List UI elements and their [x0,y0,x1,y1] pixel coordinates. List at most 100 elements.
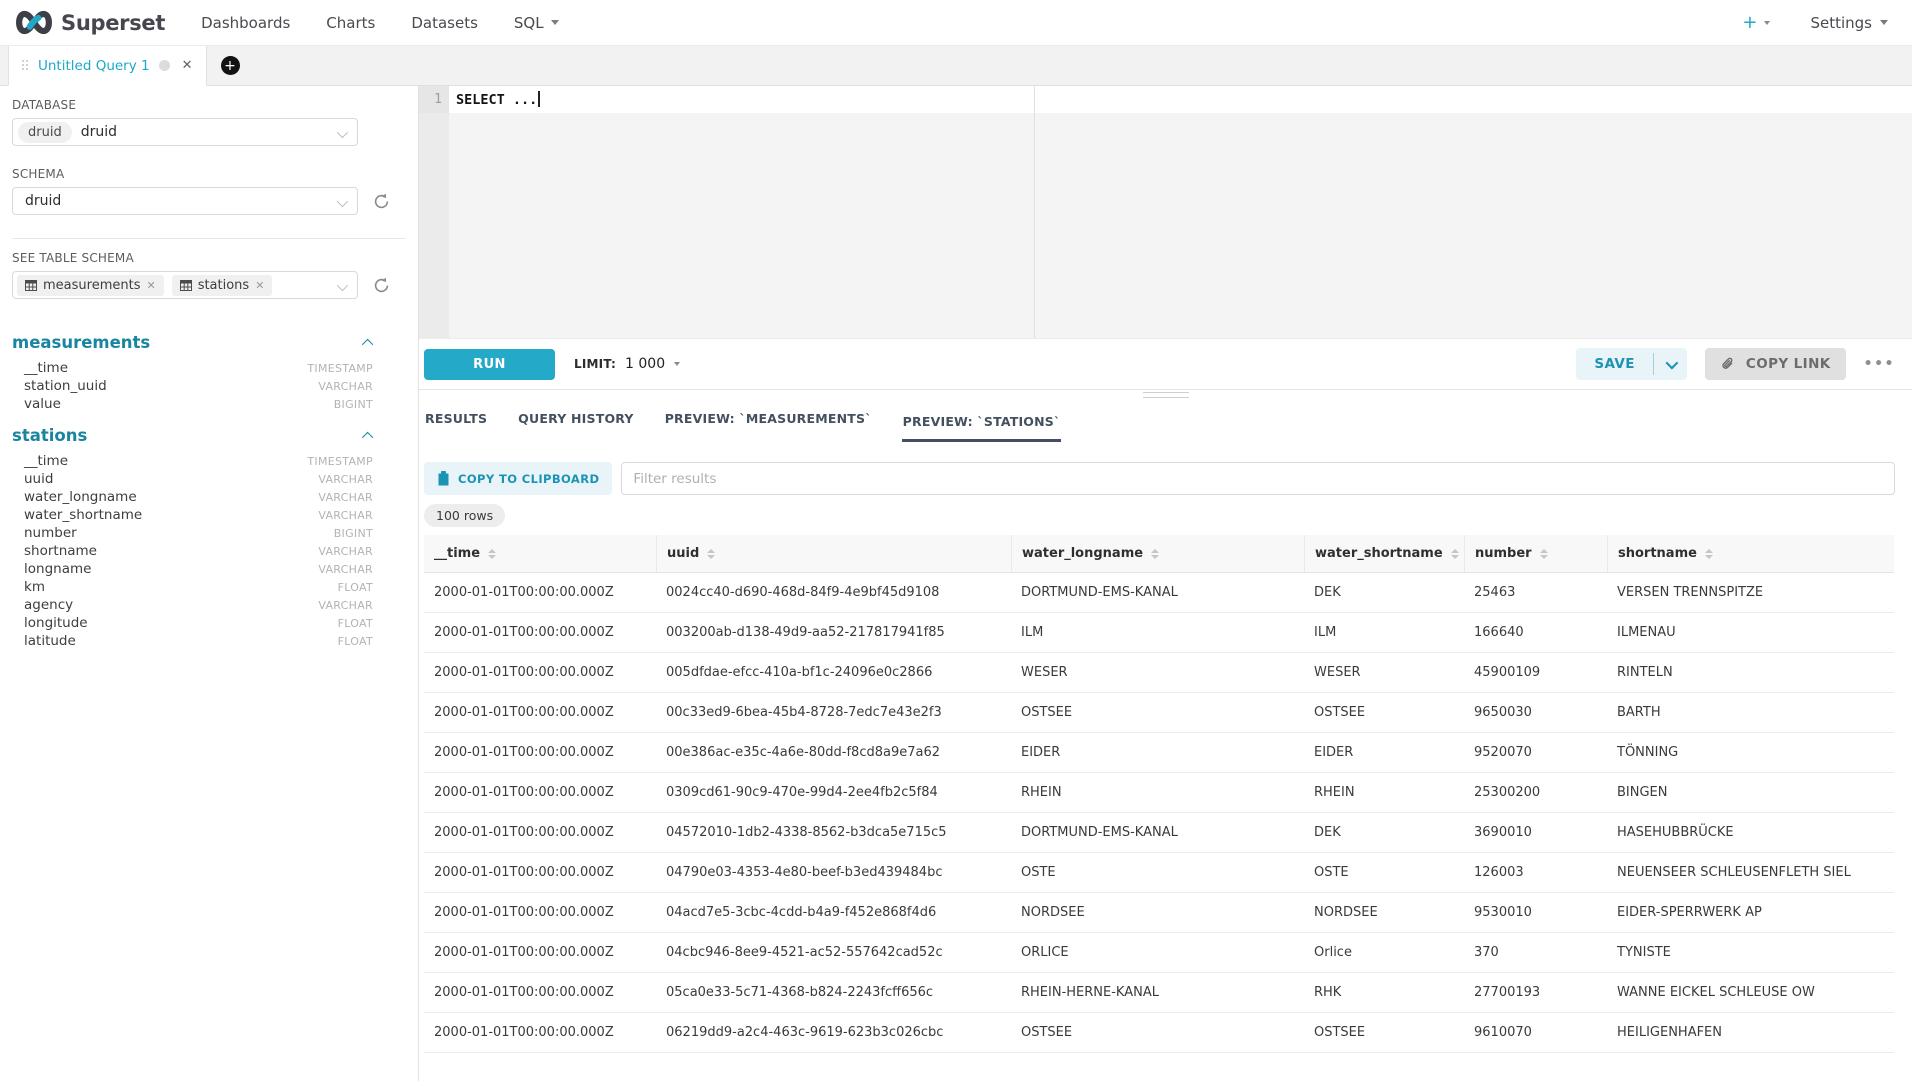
nav-item-charts[interactable]: Charts [326,14,375,32]
settings-menu[interactable]: Settings [1810,14,1888,32]
save-button[interactable]: SAVE [1576,348,1653,380]
cell-time: 2000-01-01T00:00:00.000Z [424,573,656,612]
column-name: number [24,525,77,541]
schema-select[interactable]: druid [12,187,358,215]
pane-resize-handle[interactable] [1143,392,1189,398]
database-select[interactable]: druid druid [12,118,358,146]
column-header-label: water_shortname [1315,546,1443,561]
schema-table-header[interactable]: stations [12,426,373,445]
column-name: station_uuid [24,378,107,394]
cell-number: 25300200 [1464,773,1607,812]
remove-table-icon[interactable]: ✕ [255,279,264,292]
table-row: 2000-01-01T00:00:00.000Z00e386ac-e35c-4a… [424,733,1894,773]
table-row: 2000-01-01T00:00:00.000Z04cbc946-8ee9-45… [424,933,1894,973]
schema-label: SCHEMA [12,167,406,181]
table-chip-label: stations [198,278,250,293]
sort-asc-icon [1540,549,1548,553]
column-type: VARCHAR [318,473,373,486]
result-tab-results[interactable]: RESULTS [424,411,488,442]
sort-asc-icon [1151,549,1159,553]
schema-column-row: water_shortnameVARCHAR [12,506,373,524]
chevron-up-icon [362,431,373,442]
result-tab-preview-stations[interactable]: PREVIEW: `STATIONS` [902,414,1062,442]
table-chip-label: measurements [43,278,140,293]
top-navbar: Superset Dashboards Charts Datasets SQL + S… [0,0,1912,46]
filter-results-input[interactable] [621,462,1895,495]
column-header-time[interactable]: __time [424,535,656,572]
column-type: VARCHAR [318,380,373,393]
cell-shortname: HASEHUBBRÜCKE [1607,813,1894,852]
column-header-number[interactable]: number [1464,535,1607,572]
drag-handle-icon[interactable] [22,60,29,71]
run-button[interactable]: RUN [424,349,555,380]
remove-table-icon[interactable]: ✕ [146,279,155,292]
cell-water-longname: NORDSEE [1011,893,1304,932]
cell-shortname: ILMENAU [1607,613,1894,652]
cell-time: 2000-01-01T00:00:00.000Z [424,693,656,732]
copy-to-clipboard-button[interactable]: COPY TO CLIPBOARD [424,462,612,495]
refresh-tables-button[interactable] [370,274,392,296]
cell-uuid: 003200ab-d138-49d9-aa52-217817941f85 [656,613,1011,652]
nav-item-dashboards[interactable]: Dashboards [201,14,290,32]
sort-desc-icon [1705,555,1713,559]
schema-column-row: shortnameVARCHAR [12,542,373,560]
cell-time: 2000-01-01T00:00:00.000Z [424,733,656,772]
column-type: VARCHAR [318,509,373,522]
result-tab-preview-measurements[interactable]: PREVIEW: `MEASUREMENTS` [664,411,873,442]
add-tab-button[interactable]: + [221,56,240,75]
cell-water-longname: ILM [1011,613,1304,652]
sql-code-editor[interactable]: 1 SELECT ... [419,86,1912,338]
limit-value: 1 000 [625,356,665,372]
main-area: DATABASE druid druid SCHEMA druid [0,86,1912,1081]
main-nav: Dashboards Charts Datasets SQL [201,14,559,32]
save-options-button[interactable] [1654,348,1687,380]
cell-water-shortname: WESER [1304,653,1464,692]
table-select[interactable]: measurements ✕ stations ✕ [12,271,358,299]
close-tab-icon[interactable]: ✕ [182,58,193,73]
database-type-chip: druid [18,122,72,143]
result-tab-query-history[interactable]: QUERY HISTORY [517,411,635,442]
table-row: 2000-01-01T00:00:00.000Z04acd7e5-3cbc-4c… [424,893,1894,933]
column-type: BIGINT [334,527,373,540]
query-tab-title: Untitled Query 1 [38,58,150,74]
new-item-menu[interactable]: + [1742,12,1770,33]
refresh-schemas-button[interactable] [370,190,392,212]
column-header-uuid[interactable]: uuid [656,535,1011,572]
sort-icon [1151,549,1159,559]
column-header-water-longname[interactable]: water_longname [1011,535,1304,572]
table-chip-stations: stations ✕ [172,275,273,296]
more-options-button[interactable]: ••• [1864,356,1895,372]
column-header-label: __time [434,546,480,561]
limit-dropdown[interactable]: LIMIT: 1 000 [574,356,680,372]
column-type: VARCHAR [318,545,373,558]
superset-logo[interactable]: Superset [14,9,165,36]
line-number: 1 [419,86,449,113]
column-name: __time [24,453,68,469]
nav-item-sql[interactable]: SQL [514,14,559,32]
column-header-shortname[interactable]: shortname [1607,535,1894,572]
sql-editor-pane: 1 SELECT ... RUN LIMIT: 1 000 SAVE [419,86,1912,1081]
nav-item-datasets[interactable]: Datasets [411,14,478,32]
schema-column-row: kmFLOAT [12,578,373,596]
query-tab-active[interactable]: Untitled Query 1 ✕ [8,46,207,86]
table-row: 2000-01-01T00:00:00.000Z06219dd9-a2c4-46… [424,1013,1894,1053]
chevron-down-icon [551,20,559,25]
cell-number: 9610070 [1464,1013,1607,1052]
schema-columns: __timeTIMESTAMPstation_uuidVARCHARvalueB… [12,359,373,413]
copy-link-button[interactable]: COPY LINK [1705,348,1846,380]
schema-column-row: longitudeFLOAT [12,614,373,632]
save-split-button: SAVE [1576,348,1687,380]
cell-shortname: EIDER-SPERRWERK AP [1607,893,1894,932]
schema-table-header[interactable]: measurements [12,333,373,352]
sort-icon [1451,549,1459,559]
cell-water-longname: OSTE [1011,853,1304,892]
cell-time: 2000-01-01T00:00:00.000Z [424,973,656,1012]
sort-asc-icon [1705,549,1713,553]
cell-shortname: BARTH [1607,693,1894,732]
column-header-water-shortname[interactable]: water_shortname [1304,535,1464,572]
copy-to-clipboard-label: COPY TO CLIPBOARD [458,472,599,486]
schema-column-row: agencyVARCHAR [12,596,373,614]
column-name: value [24,396,61,412]
cell-water-longname: WESER [1011,653,1304,692]
column-name: __time [24,360,68,376]
